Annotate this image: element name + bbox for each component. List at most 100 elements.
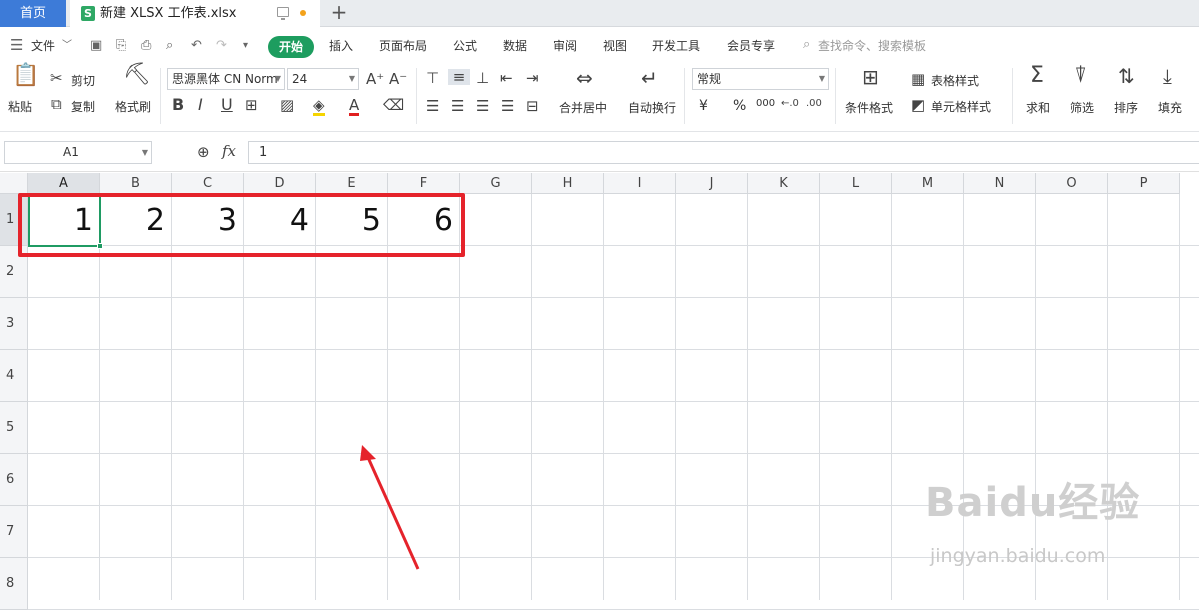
sum-icon[interactable]: Σ — [1030, 65, 1044, 87]
hamburger-icon[interactable]: ☰ — [10, 38, 23, 53]
wrap-text-button[interactable]: 自动换行 — [628, 99, 676, 116]
spreadsheet-grid[interactable]: ABCDEFGHIJKLMNOP 12345678 123456 — [0, 173, 1199, 610]
cell-style-icon[interactable]: ◩ — [911, 97, 925, 113]
column-header-n[interactable]: N — [964, 173, 1036, 194]
function-icon[interactable]: fx — [222, 143, 236, 159]
column-header-p[interactable]: P — [1108, 173, 1180, 194]
fill-button[interactable]: 填充 — [1158, 99, 1182, 116]
menu-file[interactable]: 文件 — [31, 27, 55, 62]
menu-developer[interactable]: 开发工具 — [652, 27, 700, 62]
justify-icon[interactable]: ☰ — [501, 98, 514, 114]
column-header-i[interactable]: I — [604, 173, 676, 194]
underline-icon[interactable]: U — [221, 97, 233, 113]
zoom-icon[interactable]: ⊕ — [197, 144, 210, 160]
decrease-font-icon[interactable]: A⁻ — [389, 71, 407, 87]
monitor-icon[interactable] — [277, 7, 289, 20]
number-format-select[interactable]: 常规 ▼ — [692, 68, 829, 90]
align-left-icon[interactable]: ☰ — [426, 98, 439, 114]
percent-button[interactable]: % — [733, 98, 746, 114]
column-header-l[interactable]: L — [820, 173, 892, 194]
font-color-icon[interactable]: A — [349, 97, 360, 116]
font-size-select[interactable]: 24 ▼ — [287, 68, 359, 90]
column-header-c[interactable]: C — [172, 173, 244, 194]
menu-insert[interactable]: 插入 — [329, 27, 353, 62]
table-style-icon[interactable]: ▦ — [911, 71, 925, 87]
undo-icon[interactable]: ↶ — [191, 39, 202, 53]
more-icon[interactable]: ▾ — [243, 39, 248, 53]
conditional-format-icon[interactable]: ⊞ — [862, 67, 879, 87]
menu-home[interactable]: 开始 — [268, 36, 314, 58]
print-icon[interactable]: ⎙ — [141, 39, 151, 53]
row-header-3[interactable]: 3 — [0, 298, 28, 350]
name-box[interactable]: A1 ▼ — [4, 141, 152, 164]
italic-icon[interactable]: I — [198, 97, 203, 113]
column-header-h[interactable]: H — [532, 173, 604, 194]
row-header-8[interactable]: 8 — [0, 558, 28, 610]
merge-center-icon[interactable]: ⇔ — [576, 68, 593, 88]
command-search[interactable]: 查找命令、搜索模板 — [818, 27, 926, 62]
print-preview-icon[interactable]: ⌕ — [166, 39, 173, 53]
filter-button[interactable]: 筛选 — [1070, 99, 1094, 116]
cell-style-button[interactable]: 单元格样式 — [931, 98, 991, 115]
tab-document[interactable]: S 新建 XLSX 工作表.xlsx — [70, 0, 320, 27]
distributed-align-icon[interactable]: ⊟ — [526, 98, 539, 114]
row-header-5[interactable]: 5 — [0, 402, 28, 454]
copy-icon[interactable]: ⧉ — [51, 96, 62, 112]
column-header-e[interactable]: E — [316, 173, 388, 194]
format-painter-icon[interactable]: ⛏ — [123, 64, 151, 86]
paste-button[interactable]: 粘贴 — [8, 98, 32, 115]
increase-decimal-icon[interactable]: ←.0 — [781, 96, 799, 112]
scissors-icon[interactable]: ✂ — [50, 70, 63, 86]
merge-center-button[interactable]: 合并居中 — [559, 99, 607, 116]
menu-member[interactable]: 会员专享 — [727, 27, 775, 62]
copy-button[interactable]: 复制 — [71, 98, 95, 115]
column-header-d[interactable]: D — [244, 173, 316, 194]
menu-page-layout[interactable]: 页面布局 — [379, 27, 427, 62]
column-header-g[interactable]: G — [460, 173, 532, 194]
sort-icon[interactable]: ⇅ — [1118, 66, 1135, 86]
decrease-decimal-icon[interactable]: .00 — [806, 96, 822, 112]
currency-button[interactable]: ¥ — [699, 98, 708, 114]
select-all-corner[interactable] — [0, 173, 28, 194]
new-tab-button[interactable]: + — [329, 0, 349, 27]
menu-review[interactable]: 审阅 — [553, 27, 577, 62]
chevron-down-icon[interactable]: ﹀ — [62, 39, 72, 53]
column-header-k[interactable]: K — [748, 173, 820, 194]
thousands-button[interactable]: 000 — [756, 98, 775, 109]
fill-down-icon[interactable]: ⤓ — [1163, 66, 1172, 86]
align-bottom-icon[interactable]: ⊥ — [476, 70, 489, 86]
formula-input[interactable]: 1 — [248, 141, 1199, 164]
sort-button[interactable]: 排序 — [1114, 99, 1138, 116]
search-icon[interactable]: ⌕ — [803, 38, 810, 52]
menu-formulas[interactable]: 公式 — [453, 27, 477, 62]
align-middle-icon[interactable]: ≡ — [448, 69, 470, 85]
align-top-icon[interactable]: ⊤ — [426, 70, 439, 86]
column-header-a[interactable]: A — [28, 173, 100, 194]
row-header-6[interactable]: 6 — [0, 454, 28, 506]
tab-home[interactable]: 首页 — [0, 0, 66, 27]
row-header-4[interactable]: 4 — [0, 350, 28, 402]
redo-icon[interactable]: ↷ — [216, 39, 227, 53]
menu-view[interactable]: 视图 — [603, 27, 627, 62]
bold-icon[interactable]: B — [172, 97, 184, 113]
fill-pattern-icon[interactable]: ▨ — [280, 97, 294, 113]
paste-icon[interactable]: 📋 — [12, 65, 39, 87]
row-header-7[interactable]: 7 — [0, 506, 28, 558]
wrap-text-icon[interactable]: ↵ — [641, 68, 658, 88]
menu-data[interactable]: 数据 — [503, 27, 527, 62]
align-right-icon[interactable]: ☰ — [476, 98, 489, 114]
indent-increase-icon[interactable]: ⇥ — [526, 70, 539, 86]
cut-button[interactable]: 剪切 — [71, 72, 95, 89]
export-icon[interactable]: ⎘ — [116, 39, 126, 53]
column-header-o[interactable]: O — [1036, 173, 1108, 194]
increase-font-icon[interactable]: A⁺ — [366, 71, 384, 87]
font-name-select[interactable]: 思源黑体 CN Norm ▼ — [167, 68, 285, 90]
column-header-m[interactable]: M — [892, 173, 964, 194]
format-painter-button[interactable]: 格式刷 — [115, 98, 151, 115]
align-center-icon[interactable]: ☰ — [451, 98, 464, 114]
column-header-b[interactable]: B — [100, 173, 172, 194]
clear-format-icon[interactable]: ⌫ — [383, 97, 404, 113]
fill-color-icon[interactable]: ◈ — [313, 97, 325, 116]
borders-icon[interactable]: ⊞ — [245, 97, 258, 113]
conditional-format-button[interactable]: 条件格式 — [845, 99, 893, 116]
